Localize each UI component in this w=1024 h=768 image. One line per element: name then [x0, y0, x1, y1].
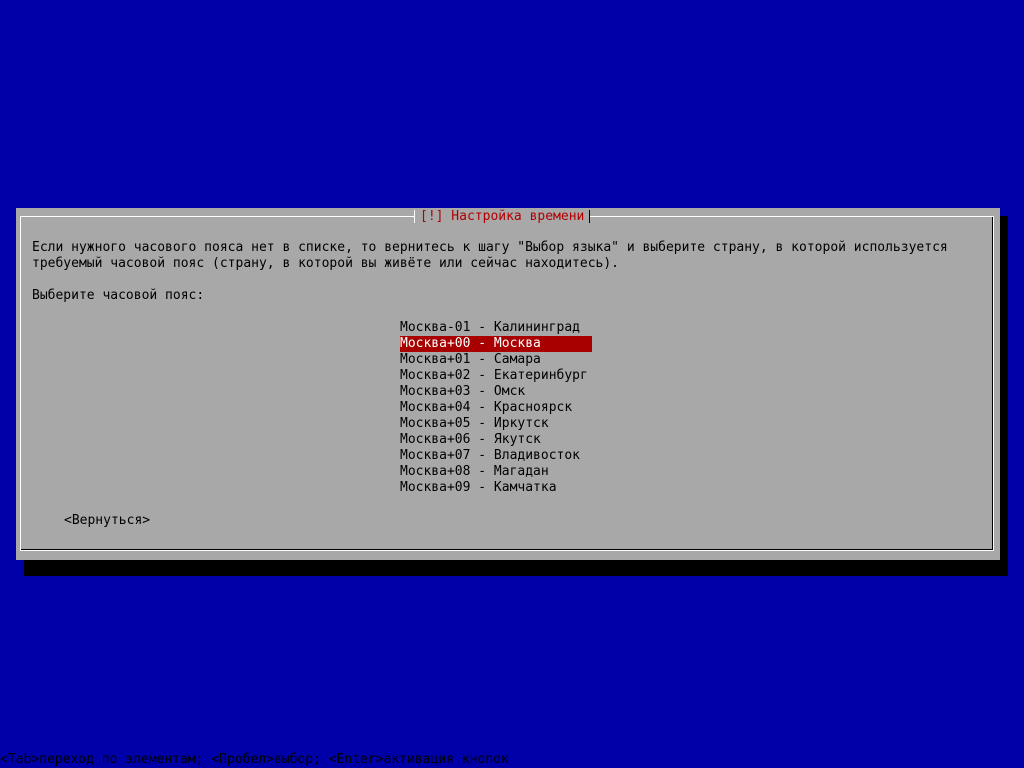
timezone-option[interactable]: Москва+06 - Якутск	[400, 432, 592, 448]
back-button[interactable]: <Вернуться>	[64, 513, 150, 529]
keyboard-help-bar: <Tab>переход по элементам; <Пробел>выбор…	[0, 752, 509, 767]
dialog-title: [!] Настройка времени	[414, 208, 591, 225]
timezone-option[interactable]: Москва+07 - Владивосток	[400, 448, 592, 464]
timezone-option[interactable]: Москва+00 - Москва	[400, 336, 592, 352]
timezone-option[interactable]: Москва+03 - Омск	[400, 384, 592, 400]
description-line-2: требуемый часовой пояс (страну, в которо…	[32, 256, 619, 271]
description-line-1: Если нужного часового пояса нет в списке…	[32, 240, 948, 255]
timezone-prompt: Выберите часовой пояс:	[32, 288, 205, 303]
timezone-list[interactable]: Москва-01 - Калининград Москва+00 - Москв…	[400, 320, 592, 496]
timezone-option[interactable]: Москва+05 - Иркутск	[400, 416, 592, 432]
timezone-option[interactable]: Москва+09 - Камчатка	[400, 480, 592, 496]
timezone-option[interactable]: Москва-01 - Калининград	[400, 320, 592, 336]
timezone-option[interactable]: Москва+02 - Екатеринбург	[400, 368, 592, 384]
installer-screen: [!] Настройка времени Если нужного часов…	[0, 0, 1024, 768]
timezone-option[interactable]: Москва+01 - Самара	[400, 352, 592, 368]
timezone-option[interactable]: Москва+08 - Магадан	[400, 464, 592, 480]
timezone-option[interactable]: Москва+04 - Красноярск	[400, 400, 592, 416]
